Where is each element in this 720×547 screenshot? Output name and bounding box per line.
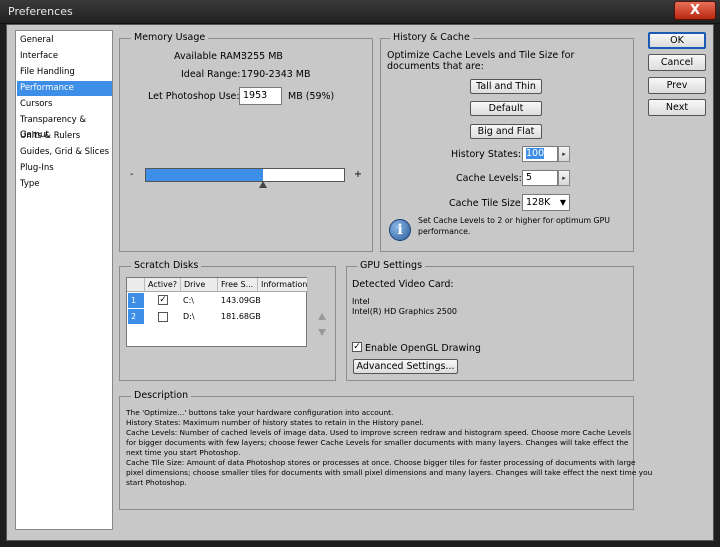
nav-item-general[interactable]: General	[17, 33, 112, 48]
move-down-arrow-icon[interactable]	[318, 329, 326, 336]
description-line: for bigger documents with few layers; ch…	[126, 438, 629, 447]
col-header-free-space[interactable]: Free S...	[218, 278, 258, 292]
active-checkbox[interactable]: ✓	[158, 295, 168, 305]
nav-item-cursors[interactable]: Cursors	[17, 97, 112, 112]
cache-tile-size-label: Cache Tile Size:	[449, 198, 524, 209]
history-states-label: History States:	[451, 149, 522, 160]
col-header-drive[interactable]: Drive	[181, 278, 218, 292]
ideal-range-value: 1790-2343 MB	[241, 69, 311, 80]
col-header-information[interactable]: Information	[258, 278, 308, 292]
free-space-cell: 143.09GB	[221, 296, 261, 305]
description-line: next time you start Photoshop.	[126, 448, 241, 457]
history-cache-legend: History & Cache	[390, 32, 473, 43]
nav-item-file-handling[interactable]: File Handling	[17, 65, 112, 80]
drive-cell: D:\	[183, 312, 195, 321]
enable-opengl-label[interactable]: Enable OpenGL Drawing	[365, 343, 481, 354]
big-and-flat-button[interactable]: Big and Flat	[470, 124, 542, 139]
cache-tile-size-value: 128K	[526, 197, 551, 208]
gpu-vendor: Intel	[352, 297, 370, 306]
table-row[interactable]	[127, 293, 307, 308]
ok-button[interactable]: OK	[648, 32, 706, 49]
available-ram-label: Available RAM:	[174, 51, 245, 62]
chevron-down-icon: ▼	[559, 198, 566, 207]
optimize-intro-line2: documents that are:	[387, 61, 484, 72]
nav-item-transparency-gamut[interactable]: Transparency & Gamut	[17, 113, 112, 140]
cache-levels-label: Cache Levels:	[456, 173, 522, 184]
table-corner	[127, 278, 145, 292]
history-states-input[interactable]: 100	[522, 146, 558, 162]
category-list: General Interface File Handling Performa…	[15, 30, 113, 530]
window-title: Preferences	[8, 5, 73, 18]
nav-item-performance[interactable]: Performance	[17, 81, 112, 96]
description-line: pixel dimensions; choose smaller tiles f…	[126, 468, 653, 477]
description-line: Cache Tile Size: Amount of data Photosho…	[126, 458, 636, 467]
nav-item-interface[interactable]: Interface	[17, 49, 112, 64]
description-text: The 'Optimize...' buttons take your hard…	[126, 408, 653, 488]
description-line: start Photoshop.	[126, 478, 187, 487]
info-icon: i	[389, 219, 411, 241]
default-button[interactable]: Default	[470, 101, 542, 116]
drive-cell: C:\	[183, 296, 194, 305]
scratch-disks-legend: Scratch Disks	[131, 260, 202, 271]
row-number: 2	[128, 309, 144, 324]
let-photoshop-use-label: Let Photoshop Use:	[148, 91, 240, 102]
memory-usage-legend: Memory Usage	[131, 32, 209, 43]
ram-slider-track[interactable]	[145, 168, 345, 182]
history-states-value: 100	[526, 148, 545, 159]
cache-tile-size-select[interactable]: 128K ▼	[522, 194, 570, 211]
cancel-button[interactable]: Cancel	[648, 54, 706, 71]
active-checkbox[interactable]	[158, 312, 168, 322]
nav-item-guides-grid-slices[interactable]: Guides, Grid & Slices	[17, 145, 112, 160]
cache-levels-input[interactable]: 5	[522, 170, 558, 186]
description-line: The 'Optimize...' buttons take your hard…	[126, 408, 394, 417]
enable-opengl-checkbox[interactable]: ✓	[352, 342, 362, 352]
ram-percent-label: MB (59%)	[288, 91, 335, 102]
col-header-active[interactable]: Active?	[145, 278, 181, 292]
title-bar[interactable]	[0, 0, 720, 24]
next-button[interactable]: Next	[648, 99, 706, 116]
row-number: 1	[128, 293, 144, 308]
gpu-model: Intel(R) HD Graphics 2500	[352, 307, 458, 316]
nav-item-type[interactable]: Type	[17, 177, 112, 192]
prev-button[interactable]: Prev	[648, 77, 706, 94]
gpu-hint-line1: Set Cache Levels to 2 or higher for opti…	[418, 216, 611, 225]
scratch-disks-table: Active? Drive Free S... Information 1 ✓ …	[126, 277, 308, 347]
slider-minus-label: -	[130, 169, 134, 180]
ram-amount-input[interactable]: 1953	[239, 87, 282, 105]
advanced-settings-button[interactable]: Advanced Settings...	[353, 359, 458, 374]
slider-plus-label: +	[354, 169, 362, 180]
free-space-cell: 181.68GB	[221, 312, 261, 321]
cache-levels-arrow[interactable]: ▸	[558, 170, 570, 186]
available-ram-value: 3255 MB	[241, 51, 283, 62]
description-line: Cache Levels: Number of cached levels of…	[126, 428, 632, 437]
move-up-arrow-icon[interactable]	[318, 313, 326, 320]
detected-video-card-label: Detected Video Card:	[352, 279, 454, 290]
ram-slider-fill	[146, 169, 263, 181]
history-states-arrow[interactable]: ▸	[558, 146, 570, 162]
optimize-intro-line1: Optimize Cache Levels and Tile Size for	[387, 50, 575, 61]
ideal-range-label: Ideal Range:	[181, 69, 241, 80]
ram-slider-thumb[interactable]	[259, 181, 267, 188]
nav-item-plug-ins[interactable]: Plug-Ins	[17, 161, 112, 176]
nav-item-units-rulers[interactable]: Units & Rulers	[17, 129, 112, 144]
gpu-hint-line2: performance.	[418, 227, 471, 236]
tall-and-thin-button[interactable]: Tall and Thin	[470, 79, 542, 94]
close-button[interactable]: X	[674, 1, 716, 20]
gpu-settings-legend: GPU Settings	[357, 260, 426, 271]
description-line: History States: Maximum number of histor…	[126, 418, 424, 427]
description-legend: Description	[131, 390, 192, 401]
table-row[interactable]	[127, 309, 307, 324]
